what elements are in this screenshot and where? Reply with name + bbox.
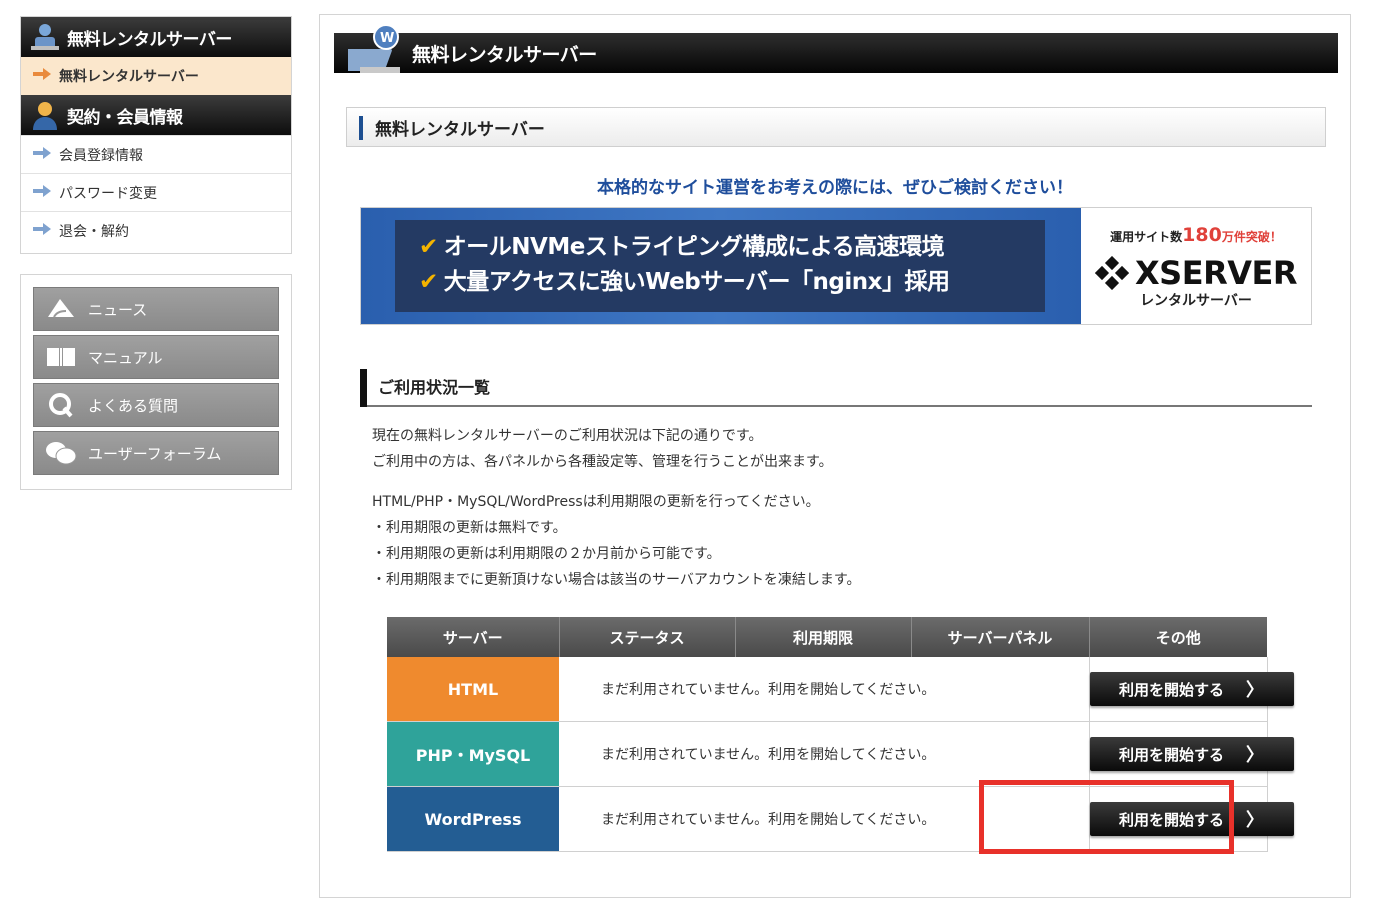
- promo-text: 本格的なサイト運営をお考えの際には、ぜひご検討ください！: [597, 178, 1073, 198]
- user-computer-icon: [31, 24, 59, 50]
- server-icon: W: [348, 24, 400, 73]
- xserver-logo: XSERVER: [1081, 254, 1311, 292]
- banner-line-1: ✔ オールNVMeストライピング構成による高速環境: [419, 234, 945, 260]
- status-message: まだ利用されていません。利用を開始してください。: [559, 721, 1090, 787]
- sidebar-link-label: マニュアル: [88, 348, 163, 367]
- sidebar-item-withdraw[interactable]: 退会・解約: [21, 211, 291, 249]
- server-wordpress: WordPress: [387, 786, 559, 852]
- sidebar-item-label: パスワード変更: [59, 185, 157, 202]
- usage-section-header: ご利用状況一覧: [360, 367, 1312, 407]
- table-row: HTML まだ利用されていません。利用を開始してください。 利用を開始する〉: [387, 657, 1294, 722]
- sidebar-link-label: ニュース: [88, 300, 148, 319]
- header-server-panel: サーバーパネル: [911, 617, 1090, 657]
- start-php-mysql-button[interactable]: 利用を開始する〉: [1089, 737, 1294, 771]
- arrow-right-icon: [33, 222, 51, 239]
- banner-inner: ✔ オールNVMeストライピング構成による高速環境 ✔ 大量アクセスに強いWebサー…: [395, 220, 1045, 312]
- header-expiry: 利用期限: [735, 617, 912, 657]
- xserver-diamond-icon: [1095, 256, 1129, 290]
- sidebar-item-free-server[interactable]: 無料レンタルサーバー: [21, 57, 291, 95]
- usage-description: 現在の無料レンタルサーバーのご利用状況は下記の通りです。 ご利用中の方は、各パネ…: [372, 428, 833, 470]
- sidebar-item-password-change[interactable]: パスワード変更: [21, 173, 291, 211]
- banner-site-count: 運用サイト数180万件突破！: [1110, 224, 1282, 246]
- section-subheader: 無料レンタルサーバー: [346, 107, 1326, 147]
- action-cell: 利用を開始する〉: [1089, 657, 1294, 722]
- xserver-logo-sub: レンタルサーバー: [1140, 293, 1252, 309]
- user-icon: [33, 102, 57, 130]
- banner-line-2: ✔ 大量アクセスに強いWebサーバー「nginx」採用: [419, 269, 950, 295]
- start-html-button[interactable]: 利用を開始する〉: [1089, 672, 1294, 706]
- header-status: ステータス: [559, 617, 736, 657]
- status-message: まだ利用されていません。利用を開始してください。: [559, 657, 1090, 722]
- banner-left: ✔ オールNVMeストライピング構成による高速環境 ✔ 大量アクセスに強いWebサー…: [361, 208, 1081, 324]
- main-panel: W 無料レンタルサーバー 無料レンタルサーバー 本格的なサイト運営をお考えの際に…: [319, 14, 1351, 898]
- header-other: その他: [1089, 617, 1267, 657]
- sidebar-item-label: 会員登録情報: [59, 147, 143, 164]
- page-title-bar: W 無料レンタルサーバー: [334, 24, 1338, 73]
- xserver-banner[interactable]: ✔ オールNVMeストライピング構成による高速環境 ✔ 大量アクセスに強いWebサー…: [360, 207, 1312, 325]
- chevron-right-icon: 〉: [1246, 745, 1264, 766]
- usage-section-title: ご利用状況一覧: [378, 378, 491, 397]
- megaphone-icon: [44, 297, 78, 321]
- arrow-right-icon: [33, 68, 51, 84]
- highlight-box: [979, 780, 1234, 854]
- sidebar-item-label: 退会・解約: [59, 223, 129, 240]
- chevron-right-icon: 〉: [1246, 680, 1264, 701]
- sidebar-link-manual[interactable]: マニュアル: [33, 335, 279, 379]
- sidebar-menu: 無料レンタルサーバー 無料レンタルサーバー 契約・会員情報 会員登録情報 パスワ…: [20, 16, 292, 254]
- action-cell: 利用を開始する〉: [1089, 721, 1294, 787]
- sidebar-header-label: 無料レンタルサーバー: [67, 29, 232, 50]
- sidebar-link-forum[interactable]: ユーザーフォーラム: [33, 431, 279, 475]
- table-header-row: サーバー ステータス 利用期限 サーバーパネル その他: [387, 617, 1267, 657]
- arrow-right-icon: [33, 184, 51, 201]
- sidebar-header-label: 契約・会員情報: [67, 107, 183, 128]
- sidebar-link-label: よくある質問: [88, 396, 179, 415]
- book-icon: [44, 346, 78, 368]
- renewal-notes: HTML/PHP・MySQL/WordPressは利用期限の更新を行ってください…: [372, 494, 861, 588]
- server-php-mysql: PHP・MySQL: [387, 721, 559, 787]
- table-row: PHP・MySQL まだ利用されていません。利用を開始してください。 利用を開始…: [387, 721, 1294, 787]
- sidebar-item-label: 無料レンタルサーバー: [59, 69, 199, 85]
- arrow-right-icon: [33, 146, 51, 163]
- page-title: 無料レンタルサーバー: [412, 43, 597, 66]
- chat-bubbles-icon: [44, 440, 78, 466]
- svg-text:W: W: [380, 31, 394, 46]
- sidebar-link-news[interactable]: ニュース: [33, 287, 279, 331]
- server-html: HTML: [387, 657, 559, 722]
- header-server: サーバー: [387, 617, 560, 657]
- sidebar-link-faq[interactable]: よくある質問: [33, 383, 279, 427]
- subheader-label: 無料レンタルサーバー: [375, 119, 545, 140]
- sidebar-links: ニュース マニュアル よくある質問 ユーザーフォーラム: [20, 274, 292, 490]
- banner-right: 運用サイト数180万件突破！ XSERVER レンタルサーバー: [1081, 208, 1311, 324]
- sidebar-header-free-server: 無料レンタルサーバー: [21, 17, 291, 57]
- sidebar-header-membership: 契約・会員情報: [21, 95, 291, 135]
- check-icon: ✔: [419, 269, 438, 295]
- check-icon: ✔: [419, 234, 438, 260]
- sidebar-link-label: ユーザーフォーラム: [88, 444, 222, 463]
- chevron-right-icon: 〉: [1246, 810, 1264, 831]
- sidebar-item-member-info[interactable]: 会員登録情報: [21, 135, 291, 173]
- q-icon: [44, 391, 78, 419]
